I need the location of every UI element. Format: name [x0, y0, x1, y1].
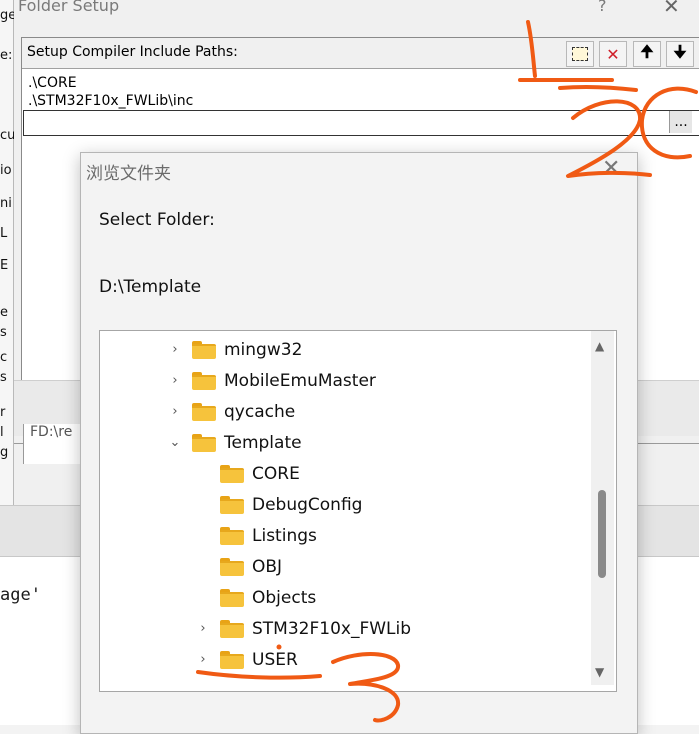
- tree-row-label: Template: [224, 432, 302, 453]
- left-text-fragment: s: [0, 370, 7, 385]
- include-paths-label: Setup Compiler Include Paths:: [27, 44, 238, 60]
- move-up-button[interactable]: 🠉: [633, 41, 661, 67]
- tree-row-label: USER: [252, 649, 298, 670]
- tree-row[interactable]: › MobileEmuMaster: [100, 365, 616, 396]
- expander-icon[interactable]: ›: [168, 342, 182, 357]
- left-text-fragment: s: [0, 325, 7, 340]
- tree-row[interactable]: › mingw32: [100, 334, 616, 365]
- expander-icon[interactable]: ›: [196, 621, 210, 636]
- expander-icon[interactable]: ›: [168, 373, 182, 388]
- current-path-text: D:\Template: [99, 277, 202, 297]
- folder-icon: [220, 464, 244, 483]
- tree-row[interactable]: OBJ: [100, 551, 616, 582]
- tree-row[interactable]: Listings: [100, 520, 616, 551]
- background-code-text: age': [0, 585, 41, 605]
- tree-row-label: Listings: [252, 525, 317, 546]
- tree-row-label: mingw32: [224, 339, 303, 360]
- left-text-fragment: ni: [0, 196, 12, 211]
- left-text-fragment: E: [0, 258, 9, 273]
- scroll-up-icon[interactable]: ▲: [595, 339, 604, 353]
- expander-icon[interactable]: ›: [168, 404, 182, 419]
- help-button[interactable]: ?: [598, 0, 607, 15]
- tree-row[interactable]: › qycache: [100, 396, 616, 427]
- tree-row-label: STM32F10x_FWLib: [252, 618, 412, 639]
- select-folder-label: Select Folder:: [99, 210, 215, 230]
- folder-icon: [220, 557, 244, 576]
- tree-row-label: OBJ: [252, 556, 283, 577]
- include-path-edit-field[interactable]: [23, 110, 699, 136]
- browse-button[interactable]: ...: [669, 111, 692, 133]
- tree-row-label: CORE: [252, 463, 300, 484]
- left-text-fragment: L: [0, 226, 8, 241]
- tree-row[interactable]: › STM32F10x_FWLib: [100, 613, 616, 644]
- left-text-fragment: l: [0, 425, 4, 440]
- folder-icon: [192, 371, 216, 390]
- delete-icon: ✕: [606, 44, 620, 64]
- folder-setup-title: Folder Setup: [18, 0, 120, 15]
- move-down-icon: 🠋: [673, 41, 687, 61]
- folder-icon: [220, 588, 244, 607]
- expander-icon[interactable]: ⌄: [168, 435, 182, 450]
- folder-tree[interactable]: › mingw32 › MobileEmuMaster › qycache ⌄ Templat…: [99, 330, 617, 692]
- tree-row-label: Objects: [252, 587, 317, 608]
- folder-setup-close-button[interactable]: ✕: [663, 0, 680, 18]
- expander-icon[interactable]: ›: [196, 652, 210, 667]
- folder-icon: [192, 433, 216, 452]
- tree-row[interactable]: Objects: [100, 582, 616, 613]
- tree-row-label: qycache: [224, 401, 296, 422]
- tree-row-label: MobileEmuMaster: [224, 370, 376, 391]
- browse-dialog-close-button[interactable]: ✕: [602, 156, 620, 181]
- include-path-item[interactable]: .\STM32F10x_FWLib\inc: [28, 93, 193, 109]
- folder-icon: [192, 402, 216, 421]
- folder-icon: [220, 495, 244, 514]
- new-folder-button[interactable]: [566, 41, 594, 67]
- left-text-fragment: g: [0, 445, 9, 460]
- new-folder-icon: [572, 47, 588, 61]
- include-path-item[interactable]: .\CORE: [28, 75, 77, 91]
- scrollbar-thumb[interactable]: [598, 490, 606, 578]
- tree-row[interactable]: CORE: [100, 458, 616, 489]
- tree-row[interactable]: ⌄ Template: [100, 427, 616, 458]
- tree-row-label: DebugConfig: [252, 494, 363, 515]
- scroll-down-icon[interactable]: ▼: [595, 665, 604, 679]
- left-text-fragment: r: [0, 405, 6, 420]
- folder-icon: [220, 619, 244, 638]
- folder-icon: [220, 526, 244, 545]
- tree-row[interactable]: DebugConfig: [100, 489, 616, 520]
- left-text-fragment: e: [0, 305, 8, 320]
- folder-icon: [220, 650, 244, 669]
- move-down-button[interactable]: 🠋: [666, 41, 694, 67]
- tree-row[interactable]: › USER: [100, 644, 616, 675]
- left-text-fragment: ge: [0, 8, 14, 23]
- move-up-icon: 🠉: [640, 41, 654, 61]
- delete-button[interactable]: ✕: [599, 41, 627, 67]
- left-text-fragment: io: [0, 163, 12, 178]
- left-text-fragment: c: [0, 350, 8, 365]
- folder-icon: [192, 340, 216, 359]
- left-text-fragment: cu: [0, 128, 14, 143]
- browse-dialog-title: 浏览文件夹: [86, 164, 171, 184]
- left-text-fragment: e:: [0, 48, 13, 63]
